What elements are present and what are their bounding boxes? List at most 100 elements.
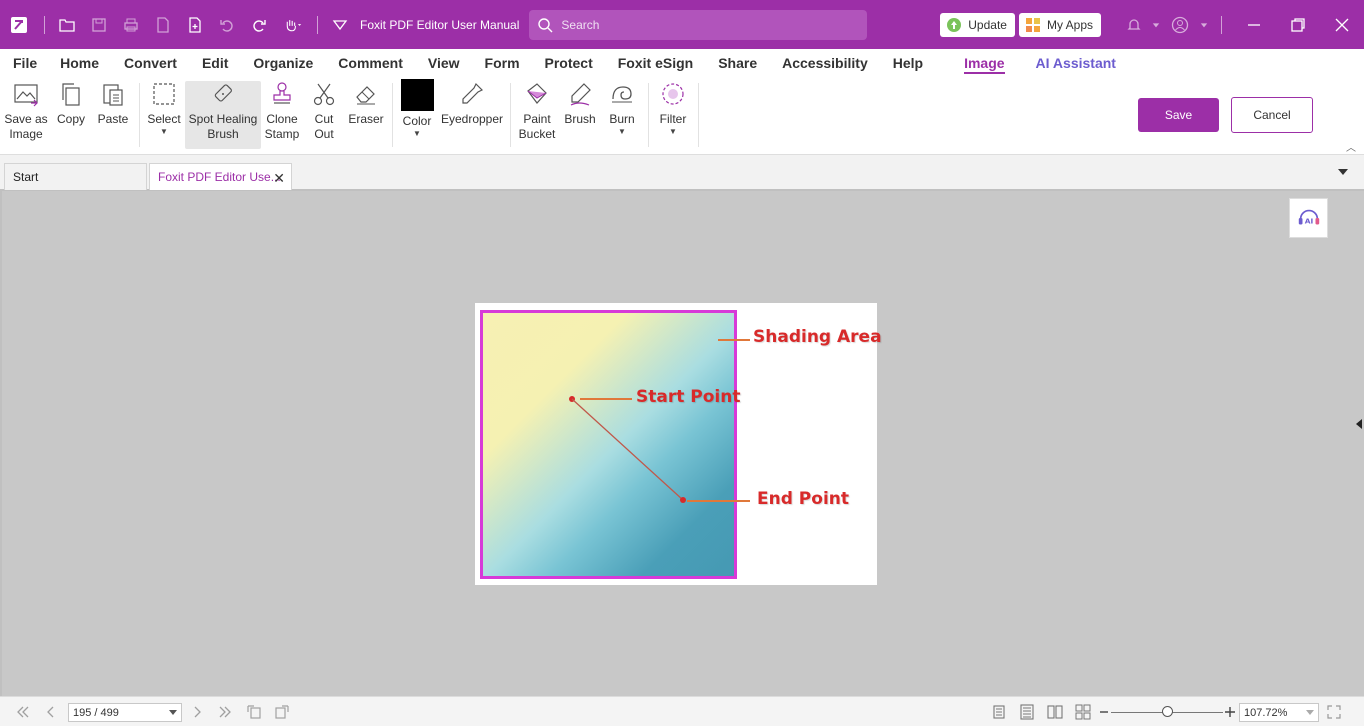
open-folder-icon[interactable] — [51, 0, 83, 49]
next-page-icon[interactable] — [188, 704, 206, 720]
close-icon[interactable] — [1320, 0, 1364, 49]
separator — [317, 15, 318, 34]
print-icon[interactable] — [115, 0, 147, 49]
update-button[interactable]: Update — [940, 12, 1015, 37]
cut-out-label-2: Out — [314, 127, 334, 141]
chevron-down-icon[interactable] — [1197, 0, 1211, 49]
eraser-button[interactable]: Eraser — [346, 81, 386, 149]
fullscreen-icon[interactable] — [1325, 704, 1343, 720]
cancel-button[interactable]: Cancel — [1231, 97, 1313, 133]
gradient-direction-line — [571, 398, 684, 501]
filter-button[interactable]: Filter ▼ — [655, 81, 691, 149]
menu-help[interactable]: Help — [893, 55, 935, 71]
minimize-icon[interactable] — [1232, 0, 1276, 49]
menu-foxit-esign[interactable]: Foxit eSign — [618, 55, 705, 71]
search-input[interactable] — [561, 17, 842, 32]
save-as-image-label-1: Save as — [4, 112, 48, 126]
menu-convert[interactable]: Convert — [124, 55, 189, 71]
menu-protect[interactable]: Protect — [545, 55, 605, 71]
customize-quick-access-icon[interactable] — [324, 0, 356, 49]
new-icon[interactable] — [179, 0, 211, 49]
side-panel-toggle-icon[interactable] — [1356, 419, 1362, 429]
previous-page-icon[interactable] — [42, 704, 60, 720]
save-button[interactable]: Save — [1138, 98, 1219, 132]
menu-view[interactable]: View — [428, 55, 472, 71]
continuous-view-icon[interactable] — [1018, 704, 1036, 720]
menu-edit[interactable]: Edit — [202, 55, 240, 71]
color-dropdown-icon[interactable]: ▼ — [413, 130, 421, 138]
pdf-page: Shading Area Start Point End Point — [475, 303, 882, 585]
filter-label: Filter — [659, 112, 687, 126]
close-tab-icon[interactable]: ✕ — [273, 170, 285, 187]
page-number-value: 195 / 499 — [73, 706, 119, 719]
color-button[interactable]: Color ▼ — [398, 79, 436, 147]
cut-out-button[interactable]: Cut Out — [308, 81, 340, 149]
eyedropper-button[interactable]: Eyedropper — [441, 81, 503, 149]
zoom-level-field[interactable]: 107.72% — [1239, 703, 1319, 722]
menu-ai-assistant[interactable]: AI Assistant — [1036, 55, 1128, 71]
first-page-icon[interactable] — [14, 704, 32, 720]
facing-view-icon[interactable] — [1046, 704, 1064, 720]
burn-button[interactable]: Burn ▼ — [604, 81, 640, 149]
callout-line — [687, 500, 750, 502]
user-icon[interactable] — [1163, 0, 1197, 49]
previous-view-icon[interactable] — [245, 704, 263, 720]
select-label: Select — [147, 112, 181, 126]
brush-button[interactable]: Brush — [562, 81, 598, 149]
page-dropdown-icon[interactable] — [169, 710, 177, 715]
last-page-icon[interactable] — [216, 704, 234, 720]
continuous-facing-view-icon[interactable] — [1074, 704, 1092, 720]
tab-list-dropdown-icon[interactable] — [1338, 169, 1348, 175]
next-view-icon[interactable] — [273, 704, 291, 720]
menu-home[interactable]: Home — [60, 55, 111, 71]
undo-icon[interactable] — [211, 0, 243, 49]
tab-foxit-manual[interactable]: Foxit PDF Editor Use... ✕ — [149, 163, 292, 190]
spot-healing-brush-button[interactable]: Spot Healing Brush — [185, 81, 261, 149]
search-box[interactable] — [529, 9, 868, 40]
clone-stamp-button[interactable]: Clone Stamp — [264, 81, 300, 149]
separator — [44, 15, 45, 34]
redo-icon[interactable] — [243, 0, 275, 49]
menu-image[interactable]: Image — [964, 55, 1005, 74]
select-dropdown-icon[interactable]: ▼ — [160, 128, 168, 136]
filter-dropdown-icon[interactable]: ▼ — [669, 128, 677, 136]
export-icon[interactable] — [147, 0, 179, 49]
title-bar: Foxit PDF Editor User Manual Update My A… — [0, 0, 1364, 49]
select-marquee-icon — [151, 81, 177, 107]
menu-form[interactable]: Form — [485, 55, 532, 71]
spot-healing-label-2: Brush — [207, 127, 239, 141]
hand-tool-icon[interactable] — [275, 0, 311, 49]
ai-assistant-float-button[interactable]: AI — [1289, 198, 1328, 238]
zoom-dropdown-icon[interactable] — [1306, 710, 1314, 715]
save-as-image-button[interactable]: Save as Image — [4, 81, 48, 149]
single-page-view-icon[interactable] — [990, 704, 1008, 720]
eyedropper-label: Eyedropper — [440, 112, 504, 126]
select-button[interactable]: Select ▼ — [146, 81, 182, 149]
eyedropper-icon — [459, 81, 485, 107]
tab-start[interactable]: Start — [4, 163, 147, 190]
collapse-ribbon-icon[interactable]: ︿ — [1346, 139, 1356, 154]
menu-comment[interactable]: Comment — [338, 55, 415, 71]
paste-button[interactable]: Paste — [95, 81, 131, 149]
bell-icon[interactable] — [1119, 0, 1149, 49]
save-icon[interactable] — [83, 0, 115, 49]
page-number-field[interactable]: 195 / 499 — [68, 703, 182, 722]
restore-icon[interactable] — [1276, 0, 1320, 49]
zoom-slider-thumb[interactable] — [1161, 706, 1173, 717]
burn-dropdown-icon[interactable]: ▼ — [618, 128, 626, 136]
my-apps-button[interactable]: My Apps — [1018, 12, 1101, 37]
copy-button[interactable]: Copy — [54, 81, 88, 149]
foxit-logo-icon[interactable] — [0, 0, 38, 49]
eraser-icon — [353, 81, 379, 107]
ai-headset-icon: AI — [1298, 209, 1319, 226]
ribbon-toolbar: Save as Image Copy Paste Select ▼ Spot H… — [0, 77, 1364, 155]
zoom-in-icon[interactable] — [1221, 704, 1239, 720]
chevron-down-icon[interactable] — [1149, 0, 1163, 49]
paint-bucket-button[interactable]: Paint Bucket — [518, 81, 556, 149]
clone-stamp-icon — [269, 81, 295, 107]
menu-share[interactable]: Share — [718, 55, 769, 71]
menu-accessibility[interactable]: Accessibility — [782, 55, 880, 71]
copy-icon — [58, 81, 84, 107]
menu-organize[interactable]: Organize — [253, 55, 325, 71]
menu-file[interactable]: File — [13, 55, 49, 71]
